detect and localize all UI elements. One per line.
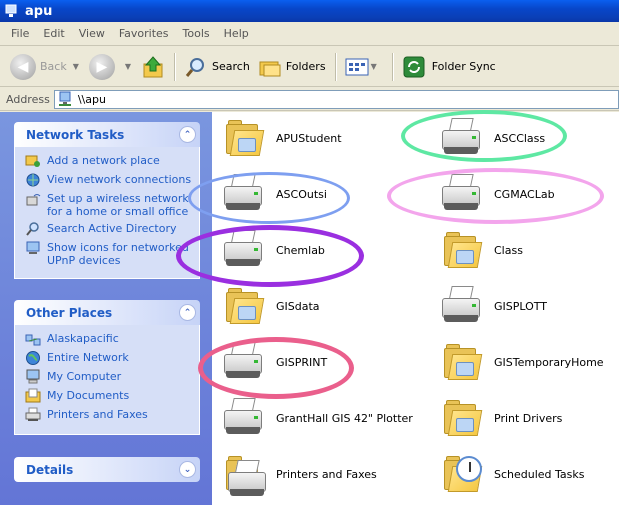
share-class[interactable]: Class (438, 224, 523, 276)
printer-icon (438, 170, 486, 218)
folders-button[interactable]: Folders (254, 50, 330, 84)
other-places-list: Alaskapacific Entire Network My Computer… (14, 325, 200, 435)
printer-icon (220, 338, 268, 386)
title-bar[interactable]: apu (0, 0, 619, 22)
printer-granthall-plotter[interactable]: GrantHall GIS 42" Plotter (220, 392, 413, 444)
printer-icon (25, 407, 41, 423)
printer-icon (220, 170, 268, 218)
address-value: \\apu (77, 92, 106, 106)
back-dropdown-icon[interactable]: ▼ (73, 62, 79, 71)
network-tasks-header[interactable]: Network Tasks ⌃ (14, 122, 200, 147)
folder-sync-icon (403, 56, 425, 77)
network-tasks-list: Add a network place View network connect… (14, 147, 200, 279)
details-panel: Details ⌄ (14, 457, 200, 482)
add-network-place-icon (25, 153, 41, 169)
views-button[interactable]: ▼ (341, 50, 387, 84)
printer-ascclass[interactable]: ASCClass (438, 112, 545, 164)
search-directory-icon (25, 221, 41, 237)
network-tasks-panel: Network Tasks ⌃ Add a network place View… (14, 122, 200, 279)
forward-arrow-icon: ▶ (88, 53, 115, 80)
upnp-devices-icon (25, 240, 41, 256)
computer-icon (25, 369, 41, 385)
folder-scheduled-tasks[interactable]: Scheduled Tasks (438, 448, 585, 500)
search-icon (185, 57, 205, 77)
place-entire-network[interactable]: Entire Network (25, 351, 193, 366)
toolbar-separator (174, 52, 176, 81)
task-show-upnp-icons[interactable]: Show icons for networked UPnP devices (25, 241, 193, 267)
network-items-view: APUStudent ASCOutsi Chemlab GISdata GISP… (176, 110, 619, 505)
collapse-chevron-icon[interactable]: ⌃ (179, 304, 196, 321)
scheduled-tasks-icon (438, 450, 486, 498)
other-places-header[interactable]: Other Places ⌃ (14, 300, 200, 325)
toolbar: ◀ Back ▼ ▶ ▼ Search Folders ▼ Folder Syn… (0, 47, 619, 87)
place-my-documents[interactable]: My Documents (25, 388, 193, 404)
menu-file[interactable]: File (4, 25, 36, 42)
place-printers-and-faxes[interactable]: Printers and Faxes (25, 407, 193, 423)
printer-gisplott[interactable]: GISPLOTT (438, 280, 547, 332)
printer-chemlab[interactable]: Chemlab (220, 224, 325, 276)
printer-ascoutsi[interactable]: ASCOutsi (220, 168, 327, 220)
menu-tools[interactable]: Tools (176, 25, 217, 42)
shared-folder-icon (220, 114, 268, 162)
printer-icon (438, 114, 486, 162)
printer-cgmaclab[interactable]: CGMACLab (438, 168, 555, 220)
toolbar-separator (334, 52, 336, 81)
address-bar: Address \\apu (0, 88, 619, 111)
folders-icon (259, 61, 281, 76)
printers-faxes-folder-icon (220, 450, 268, 498)
share-print-drivers[interactable]: Print Drivers (438, 392, 562, 444)
printer-gisprint[interactable]: GISPRINT (220, 336, 327, 388)
up-button[interactable] (137, 50, 169, 84)
place-my-computer[interactable]: My Computer (25, 369, 193, 385)
network-connections-icon (25, 172, 41, 188)
views-dropdown-icon: ▼ (370, 62, 377, 71)
address-label: Address (6, 92, 50, 106)
up-folder-icon (143, 55, 163, 77)
share-gisdata[interactable]: GISdata (220, 280, 320, 332)
documents-folder-icon (25, 388, 41, 404)
expand-chevron-icon[interactable]: ⌄ (179, 461, 196, 478)
domain-icon (25, 331, 41, 347)
printer-icon (220, 226, 268, 274)
task-view-network-connections[interactable]: View network connections (25, 173, 193, 188)
share-apustudent[interactable]: APUStudent (220, 112, 342, 164)
shared-folder-icon (438, 394, 486, 442)
task-setup-wireless[interactable]: Set up a wireless network for a home or … (25, 192, 193, 218)
folder-printers-and-faxes[interactable]: Printers and Faxes (220, 448, 377, 500)
window-title: apu (25, 3, 53, 19)
search-button[interactable]: Search (180, 50, 254, 84)
wireless-network-icon (25, 191, 41, 207)
address-input[interactable]: \\apu (53, 89, 619, 109)
forward-button[interactable]: ▶ (85, 50, 123, 84)
task-pane: Network Tasks ⌃ Add a network place View… (0, 112, 212, 505)
shared-folder-icon (438, 338, 486, 386)
folder-sync-button[interactable]: Folder Sync (398, 50, 500, 84)
menu-help[interactable]: Help (217, 25, 256, 42)
shared-folder-icon (438, 226, 486, 274)
details-header[interactable]: Details ⌄ (14, 457, 200, 482)
task-add-network-place[interactable]: Add a network place (25, 154, 193, 169)
views-icon (345, 58, 369, 75)
back-button[interactable]: ◀ Back (6, 50, 71, 84)
collapse-chevron-icon[interactable]: ⌃ (179, 126, 196, 143)
shared-folder-icon (220, 282, 268, 330)
network-computer-icon (4, 3, 20, 19)
back-arrow-icon: ◀ (10, 53, 36, 80)
printer-icon (220, 394, 268, 442)
task-search-active-directory[interactable]: Search Active Directory (25, 222, 193, 237)
network-computer-icon (58, 91, 71, 106)
other-places-panel: Other Places ⌃ Alaskapacific Entire Netw… (14, 300, 200, 435)
globe-icon (25, 350, 41, 366)
menu-edit[interactable]: Edit (36, 25, 71, 42)
forward-dropdown-icon[interactable]: ▼ (125, 62, 131, 71)
menu-view[interactable]: View (72, 25, 112, 42)
share-gistemporaryhome[interactable]: GISTemporaryHome (438, 336, 604, 388)
menu-favorites[interactable]: Favorites (112, 25, 176, 42)
printer-icon (438, 282, 486, 330)
menu-bar: File Edit View Favorites Tools Help (0, 22, 619, 46)
toolbar-separator (391, 52, 393, 81)
place-alaskapacific[interactable]: Alaskapacific (25, 332, 193, 347)
